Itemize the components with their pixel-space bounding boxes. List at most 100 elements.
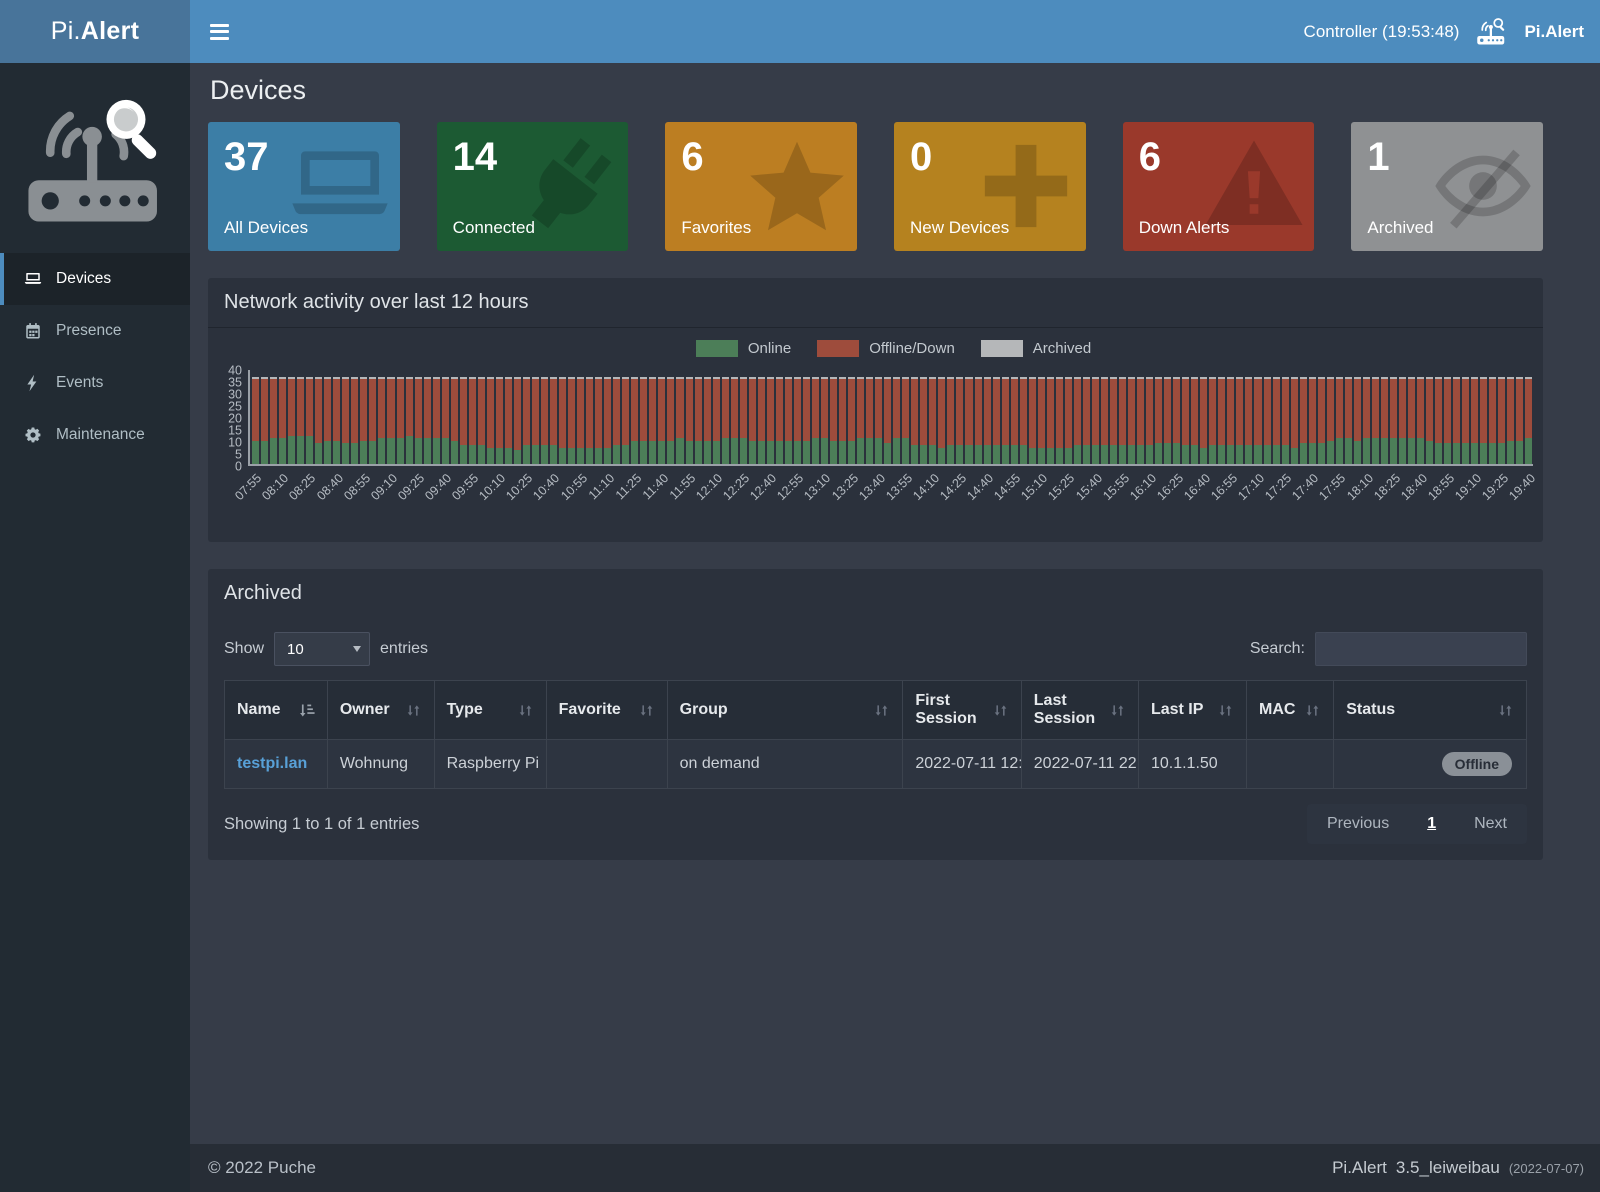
chart-bar[interactable]	[1110, 377, 1117, 464]
chart-bar[interactable]	[893, 377, 900, 464]
chart-bar[interactable]	[505, 377, 512, 464]
sidebar-item-maintenance[interactable]: Maintenance	[0, 409, 190, 461]
chart-bar[interactable]	[1381, 377, 1388, 464]
sort-both-icon[interactable]	[1109, 702, 1126, 719]
chart-bar[interactable]	[577, 377, 584, 464]
column-header-favorite[interactable]: Favorite	[546, 681, 667, 740]
column-header-mac[interactable]: MAC	[1247, 681, 1334, 740]
chart-bar[interactable]	[830, 377, 837, 464]
chart-bar[interactable]	[1471, 377, 1478, 464]
chart-bar[interactable]	[460, 377, 467, 464]
chart-bar[interactable]	[731, 377, 738, 464]
chart-bar[interactable]	[667, 377, 674, 464]
chart-bar[interactable]	[622, 377, 629, 464]
chart-bar[interactable]	[848, 377, 855, 464]
chart-bar[interactable]	[487, 377, 494, 464]
chart-bar[interactable]	[496, 377, 503, 464]
chart-bar[interactable]	[1164, 377, 1171, 464]
chart-bar[interactable]	[1056, 377, 1063, 464]
chart-bar[interactable]	[1047, 377, 1054, 464]
chart-bar[interactable]	[297, 377, 304, 464]
chart-bar[interactable]	[1408, 377, 1415, 464]
chart-bar[interactable]	[767, 377, 774, 464]
chart-bar[interactable]	[785, 377, 792, 464]
chart-bar[interactable]	[252, 377, 259, 464]
chart-bar[interactable]	[956, 377, 963, 464]
chart-bar[interactable]	[993, 377, 1000, 464]
chart-bar[interactable]	[1074, 377, 1081, 464]
page-number-button[interactable]: 1	[1427, 815, 1436, 833]
sort-both-icon[interactable]	[517, 702, 534, 719]
chart-bar[interactable]	[1011, 377, 1018, 464]
chart-bar[interactable]	[929, 377, 936, 464]
chart-bar[interactable]	[975, 377, 982, 464]
column-header-type[interactable]: Type	[434, 681, 546, 740]
chart-bar[interactable]	[469, 377, 476, 464]
chart-bar[interactable]	[1227, 377, 1234, 464]
chart-bar[interactable]	[378, 377, 385, 464]
chart-bar[interactable]	[1309, 377, 1316, 464]
chart-bar[interactable]	[1426, 377, 1433, 464]
chart-bar[interactable]	[433, 377, 440, 464]
chart-bar[interactable]	[1128, 377, 1135, 464]
chart-bar[interactable]	[1516, 377, 1523, 464]
chart-bar[interactable]	[1318, 377, 1325, 464]
chart-bar[interactable]	[1435, 377, 1442, 464]
chart-bar[interactable]	[586, 377, 593, 464]
chart-bar[interactable]	[324, 377, 331, 464]
chart-bar[interactable]	[1209, 377, 1216, 464]
previous-button[interactable]: Previous	[1327, 815, 1389, 833]
chart-bar[interactable]	[1345, 377, 1352, 464]
chart-bar[interactable]	[640, 377, 647, 464]
chart-bar[interactable]	[1417, 377, 1424, 464]
column-header-name[interactable]: Name	[225, 681, 328, 740]
stat-card-connected[interactable]: 14Connected	[437, 122, 629, 251]
chart-bar[interactable]	[1480, 377, 1487, 464]
chart-bar[interactable]	[1444, 377, 1451, 464]
chart-bar[interactable]	[360, 377, 367, 464]
sidebar-item-presence[interactable]: Presence	[0, 305, 190, 357]
chart-bar[interactable]	[1182, 377, 1189, 464]
chart-bar[interactable]	[1354, 377, 1361, 464]
chart-bar[interactable]	[1498, 377, 1505, 464]
chart-bar[interactable]	[559, 377, 566, 464]
sort-asc-icon[interactable]	[298, 702, 315, 719]
chart-bar[interactable]	[676, 377, 683, 464]
chart-bar[interactable]	[1002, 377, 1009, 464]
chart-bar[interactable]	[1200, 377, 1207, 464]
chart-bar[interactable]	[424, 377, 431, 464]
stat-card-archived[interactable]: 1Archived	[1351, 122, 1543, 251]
chart-bar[interactable]	[1453, 377, 1460, 464]
stat-card-down-alerts[interactable]: 6Down Alerts	[1123, 122, 1315, 251]
sidebar-item-events[interactable]: Events	[0, 357, 190, 409]
chart-bar[interactable]	[740, 377, 747, 464]
chart-bar[interactable]	[288, 377, 295, 464]
chart-bar[interactable]	[541, 377, 548, 464]
chart-bar[interactable]	[1083, 377, 1090, 464]
chart-bar[interactable]	[695, 377, 702, 464]
chart-bar[interactable]	[523, 377, 530, 464]
chart-bar[interactable]	[451, 377, 458, 464]
chart-bar[interactable]	[776, 377, 783, 464]
column-header-last_session[interactable]: Last Session	[1021, 681, 1138, 740]
chart-bar[interactable]	[1273, 377, 1280, 464]
chart-bar[interactable]	[1291, 377, 1298, 464]
chart-bar[interactable]	[306, 377, 313, 464]
chart-bar[interactable]	[686, 377, 693, 464]
next-button[interactable]: Next	[1474, 815, 1507, 833]
sort-both-icon[interactable]	[992, 702, 1009, 719]
chart-bar[interactable]	[333, 377, 340, 464]
chart-bar[interactable]	[704, 377, 711, 464]
chart-bar[interactable]	[1191, 377, 1198, 464]
cell-name[interactable]: testpi.lan	[225, 740, 328, 789]
sort-both-icon[interactable]	[1217, 702, 1234, 719]
chart-bar[interactable]	[1489, 377, 1496, 464]
chart-bar[interactable]	[649, 377, 656, 464]
chart-bar[interactable]	[279, 377, 286, 464]
chart-bar[interactable]	[415, 377, 422, 464]
column-header-last_ip[interactable]: Last IP	[1138, 681, 1246, 740]
chart-bar[interactable]	[270, 377, 277, 464]
chart-bar[interactable]	[1218, 377, 1225, 464]
chart-bar[interactable]	[749, 377, 756, 464]
column-header-first_session[interactable]: First Session	[903, 681, 1021, 740]
